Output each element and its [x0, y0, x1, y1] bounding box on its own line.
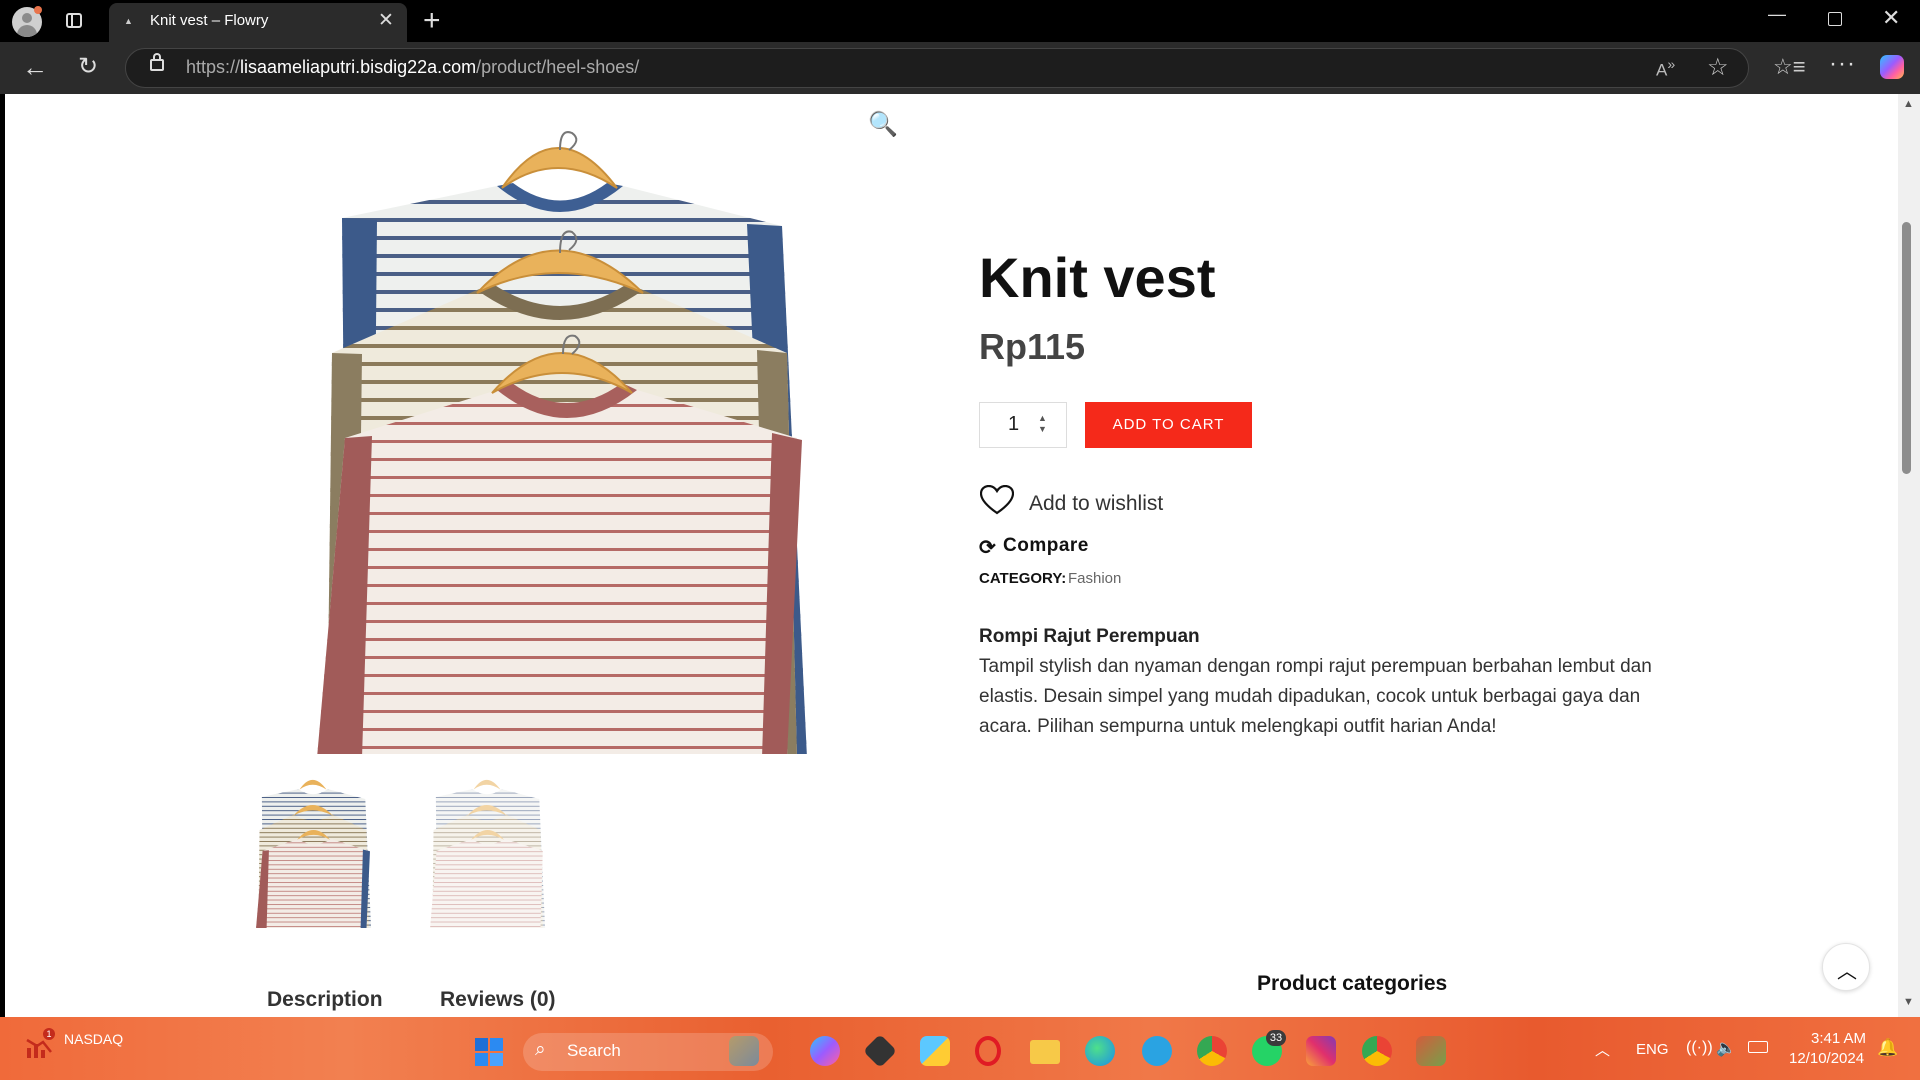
stock-badge: 1: [43, 1028, 55, 1040]
search-icon: ⌕: [535, 1039, 546, 1060]
microsoft-store-icon[interactable]: [920, 1036, 950, 1066]
language-indicator[interactable]: ENG: [1636, 1041, 1669, 1058]
lock-icon[interactable]: [150, 53, 164, 71]
profile-notification-dot: [34, 6, 42, 14]
opera-icon[interactable]: [975, 1036, 1001, 1066]
compare-refresh-icon[interactable]: ⟳: [979, 535, 996, 560]
copilot-icon[interactable]: [1880, 55, 1904, 79]
quantity-increase-icon[interactable]: ▲: [1038, 413, 1047, 423]
thumbnail-vest-image: [256, 779, 372, 929]
zoom-magnifier-icon[interactable]: 🔍: [868, 110, 898, 139]
instagram-icon[interactable]: [1306, 1036, 1336, 1066]
category-label: CATEGORY:: [979, 570, 1067, 587]
taskbar-search-label[interactable]: Search: [567, 1041, 621, 1061]
chevron-up-tray-icon[interactable]: ︿: [1595, 1039, 1610, 1060]
windows-taskbar: [0, 1017, 1920, 1080]
quantity-stepper[interactable]: [979, 402, 1067, 448]
telegram-icon[interactable]: [1142, 1036, 1172, 1066]
url-scheme: https://: [186, 57, 241, 77]
reload-icon[interactable]: ↻: [78, 52, 98, 81]
chevron-up-icon: ︿: [1837, 961, 1857, 983]
windows-start-icon[interactable]: [474, 1037, 504, 1072]
stock-widget-name[interactable]: NASDAQ: [64, 1031, 123, 1047]
window-close-icon[interactable]: ✕: [1882, 5, 1900, 31]
product-price: Rp115: [979, 326, 1086, 367]
add-to-cart-button[interactable]: ADD TO CART: [1085, 402, 1252, 448]
scroll-up-icon[interactable]: ▲: [1903, 98, 1914, 110]
back-to-top-button[interactable]: ︿: [1822, 943, 1870, 991]
game-app-icon[interactable]: [1416, 1036, 1446, 1066]
widget-app-icon[interactable]: [729, 1036, 759, 1066]
scrollbar-thumb[interactable]: [1902, 222, 1911, 474]
scroll-down-icon[interactable]: ▼: [1903, 996, 1914, 1008]
battery-icon[interactable]: [1748, 1041, 1768, 1053]
volume-icon[interactable]: 🔈: [1716, 1038, 1736, 1058]
window-restore-icon[interactable]: [1828, 12, 1842, 26]
add-to-wishlist-link[interactable]: Add to wishlist: [1029, 492, 1163, 516]
category-link[interactable]: Fashion: [1068, 570, 1121, 587]
product-thumbnail-2[interactable]: [430, 775, 567, 929]
url-path: /product/heel-shoes/: [476, 57, 640, 77]
notification-bell-icon[interactable]: 🔔: [1877, 1038, 1898, 1058]
tab-actions-icon[interactable]: [66, 13, 82, 28]
chrome-profile-icon[interactable]: [1362, 1036, 1392, 1066]
window-minimize-icon[interactable]: —: [1768, 4, 1786, 25]
quantity-value[interactable]: 1: [1008, 413, 1019, 436]
product-title: Knit vest: [979, 246, 1216, 309]
whatsapp-badge: 33: [1266, 1030, 1286, 1046]
wifi-icon[interactable]: ((·)): [1686, 1039, 1713, 1057]
favorite-star-icon[interactable]: ☆: [1707, 53, 1729, 82]
clock-date[interactable]: 12/10/2024: [1789, 1050, 1864, 1067]
clock-time[interactable]: 3:41 AM: [1811, 1030, 1866, 1047]
read-aloud-icon[interactable]: A»: [1656, 57, 1675, 81]
file-explorer-icon[interactable]: [1030, 1040, 1060, 1064]
product-main-image[interactable]: [317, 128, 900, 758]
tab-favicon-icon: ▲: [124, 16, 133, 26]
tab-description[interactable]: Description: [267, 988, 383, 1012]
thumbnail-vest-image: [430, 779, 546, 929]
compare-link[interactable]: Compare: [1003, 535, 1089, 557]
short-description-title: Rompi Rajut Perempuan: [979, 626, 1200, 647]
edge-icon[interactable]: [1085, 1036, 1115, 1066]
knit-vest-photo: [317, 131, 807, 758]
short-description-text: Tampil stylish dan nyaman dengan rompi r…: [979, 656, 1652, 737]
tab-reviews[interactable]: Reviews (0): [440, 988, 556, 1012]
favorites-icon[interactable]: ☆≡: [1773, 54, 1806, 80]
more-menu-icon[interactable]: ···: [1829, 50, 1856, 78]
back-arrow-icon[interactable]: ←: [22, 52, 48, 83]
copilot-taskbar-icon[interactable]: [810, 1036, 840, 1066]
product-categories-heading: Product categories: [1257, 972, 1448, 995]
quantity-decrease-icon[interactable]: ▼: [1038, 424, 1047, 434]
chrome-icon[interactable]: [1197, 1036, 1227, 1066]
new-tab-icon[interactable]: +: [423, 4, 441, 38]
url-host: lisaameliaputri.bisdig22a.com: [240, 57, 477, 77]
tab-close-icon[interactable]: ✕: [378, 9, 394, 32]
url-text[interactable]: https://lisaameliaputri.bisdig22a.com/pr…: [186, 57, 639, 78]
tab-title: Knit vest – Flowry: [150, 12, 269, 29]
heart-icon[interactable]: [979, 484, 1015, 520]
product-thumbnail-1[interactable]: [256, 775, 393, 929]
